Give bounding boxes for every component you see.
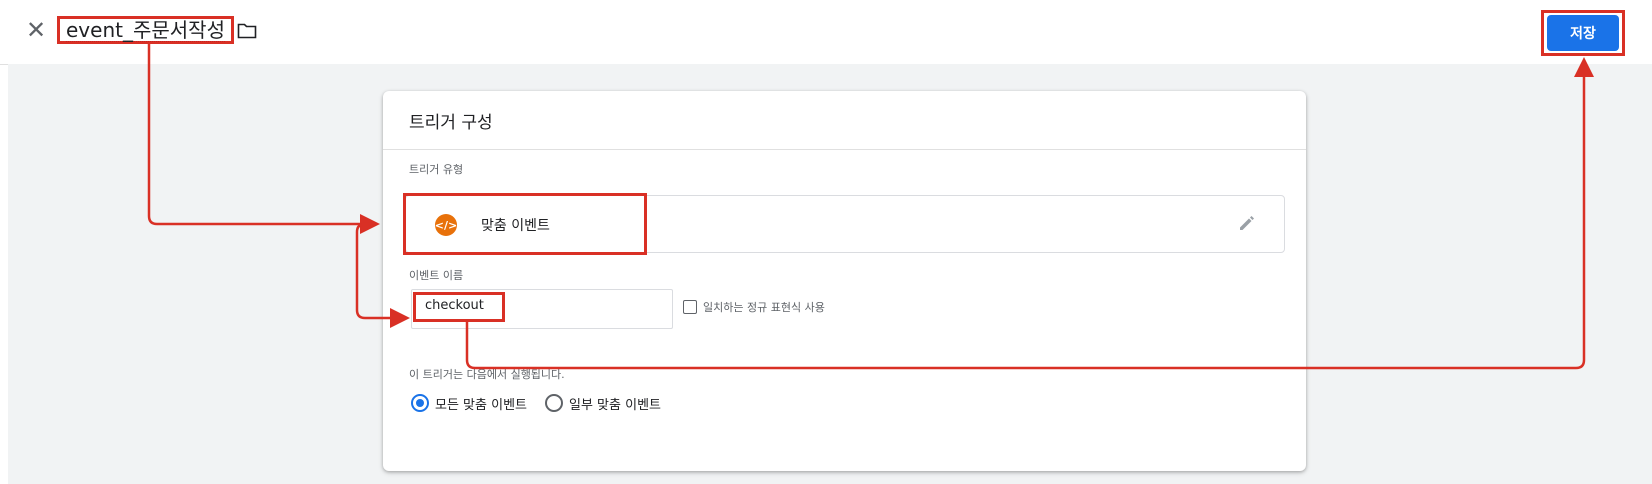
close-icon[interactable]: ✕ <box>24 18 48 42</box>
top-bar: ✕ event_주문서작성 저장 <box>0 0 1652 65</box>
trigger-type-value: 맞춤 이벤트 <box>481 218 550 234</box>
folder-icon[interactable] <box>237 22 257 40</box>
title-highlight: event_주문서작성 <box>57 16 234 44</box>
event-name-label: 이벤트 이름 <box>409 269 464 282</box>
card-title: 트리거 구성 <box>383 91 1306 150</box>
radio-some-events-label: 일부 맞춤 이벤트 <box>569 398 661 413</box>
regex-checkbox-label: 일치하는 정규 표현식 사용 <box>703 301 825 314</box>
radio-all-events[interactable] <box>411 394 429 412</box>
fires-on-label: 이 트리거는 다음에서 실행됩니다. <box>409 368 565 381</box>
event-name-value: checkout <box>425 298 484 313</box>
trigger-type-label: 트리거 유형 <box>409 163 464 176</box>
trigger-config-card: 트리거 구성 트리거 유형 </> 맞춤 이벤트 이벤트 이름 checkout… <box>383 91 1306 471</box>
trigger-title-input[interactable]: event_주문서작성 <box>66 19 225 42</box>
custom-event-icon: </> <box>435 214 457 236</box>
radio-all-events-label: 모든 맞춤 이벤트 <box>435 398 527 413</box>
pencil-icon[interactable] <box>1237 213 1257 233</box>
radio-some-events[interactable] <box>545 394 563 412</box>
save-button[interactable]: 저장 <box>1547 15 1619 51</box>
save-highlight: 저장 <box>1541 10 1625 56</box>
regex-checkbox[interactable] <box>683 300 697 314</box>
